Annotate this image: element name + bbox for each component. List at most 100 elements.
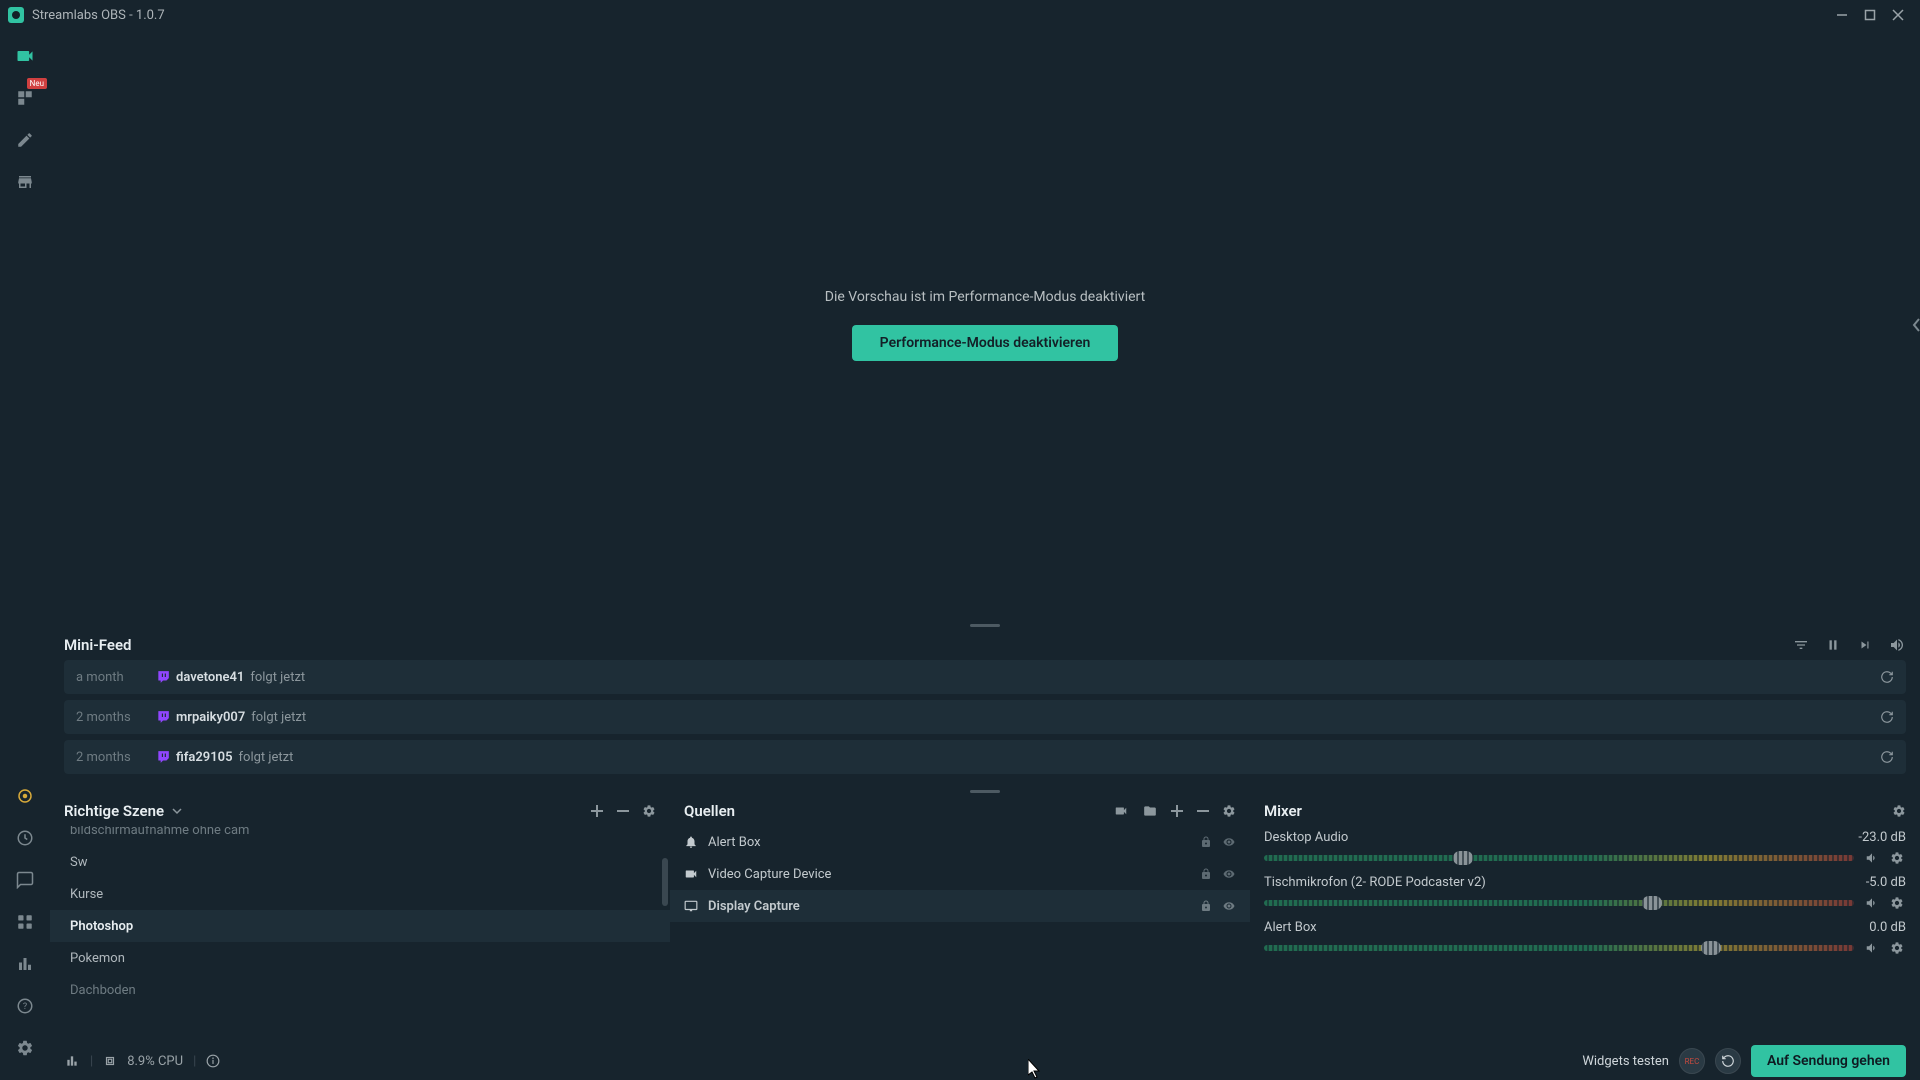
go-live-button[interactable]: Auf Sendung gehen — [1751, 1045, 1906, 1077]
record-button[interactable]: REC — [1679, 1048, 1705, 1074]
collapse-right-panel-icon[interactable] — [1912, 316, 1920, 334]
scene-settings-icon[interactable] — [642, 804, 656, 818]
chevron-down-icon[interactable] — [172, 806, 182, 816]
sidebar-store[interactable] — [7, 164, 43, 200]
mixer-label: Alert Box — [1264, 920, 1317, 935]
scene-item[interactable]: Photoshop — [50, 910, 670, 942]
replay-buffer-button[interactable] — [1715, 1048, 1741, 1074]
add-scene-icon[interactable] — [590, 804, 604, 818]
volume-track[interactable] — [1264, 855, 1854, 861]
lock-icon[interactable] — [1200, 868, 1212, 880]
bell-icon — [684, 835, 698, 849]
remove-source-icon[interactable] — [1196, 804, 1210, 818]
visibility-icon[interactable] — [1222, 900, 1236, 912]
maximize-button[interactable] — [1856, 1, 1884, 29]
source-item[interactable]: Display Capture — [670, 890, 1250, 922]
mute-icon[interactable] — [1864, 941, 1880, 955]
visibility-icon[interactable] — [1222, 836, 1236, 848]
disable-performance-mode-button[interactable]: Performance-Modus deaktivieren — [852, 325, 1119, 361]
mixer-db: -5.0 dB — [1866, 875, 1906, 890]
minifeed-panel: Mini-Feed a month davetone41 folgt jetzt… — [50, 630, 1920, 786]
mixer-item-settings-icon[interactable] — [1890, 851, 1906, 865]
scenes-panel: Richtige Szene bildschirmaufnahme ohne c… — [50, 796, 670, 1042]
skip-icon[interactable] — [1856, 636, 1874, 654]
volume-icon[interactable] — [1888, 636, 1906, 654]
volume-track[interactable] — [1264, 900, 1854, 906]
add-source-icon[interactable] — [1170, 804, 1184, 818]
mixer-label: Tischmikrofon (2- RODE Podcaster v2) — [1264, 875, 1486, 890]
replay-icon[interactable] — [1880, 750, 1894, 764]
volume-thumb[interactable] — [1453, 851, 1473, 865]
twitch-icon — [156, 710, 170, 724]
sidebar-apps[interactable] — [7, 904, 43, 940]
volume-track[interactable] — [1264, 945, 1854, 951]
sidebar-prime[interactable] — [7, 778, 43, 814]
feed-action: folgt jetzt — [239, 750, 294, 765]
pause-icon[interactable] — [1824, 636, 1842, 654]
widgets-test-link[interactable]: Widgets testen — [1582, 1054, 1669, 1069]
title-bar: Streamlabs OBS - 1.0.7 — [0, 0, 1920, 30]
remove-scene-icon[interactable] — [616, 804, 630, 818]
mute-icon[interactable] — [1864, 896, 1880, 910]
resize-handle[interactable] — [50, 786, 1920, 796]
feed-action: folgt jetzt — [250, 670, 305, 685]
mixer-item: Desktop Audio-23.0 dB — [1264, 830, 1906, 867]
sidebar-editor[interactable] — [7, 38, 43, 74]
info-icon[interactable] — [206, 1054, 220, 1068]
mixer-panel: Mixer Desktop Audio-23.0 dB Tischmikrofo… — [1250, 796, 1920, 1042]
replay-icon[interactable] — [1880, 670, 1894, 684]
window-title: Streamlabs OBS - 1.0.7 — [32, 8, 165, 23]
scene-item[interactable]: Sw — [50, 846, 670, 878]
sidebar-dashboard[interactable] — [7, 820, 43, 856]
twitch-icon — [156, 750, 170, 764]
mixer-settings-icon[interactable] — [1892, 804, 1906, 818]
sidebar-help[interactable]: ? — [7, 988, 43, 1024]
feed-item: 2 months mrpaiky007 folgt jetzt — [64, 700, 1906, 734]
preview-area: Die Vorschau ist im Performance-Modus de… — [50, 30, 1920, 620]
visibility-icon[interactable] — [1222, 868, 1236, 880]
scene-item[interactable]: bildschirmaufnahme ohne cam — [50, 826, 670, 846]
source-item[interactable]: Video Capture Device — [670, 858, 1250, 890]
feed-user: fifa29105 — [176, 750, 233, 765]
resize-handle[interactable] — [50, 620, 1920, 630]
mixer-item-settings-icon[interactable] — [1890, 941, 1906, 955]
performance-icon[interactable] — [64, 1054, 80, 1068]
volume-thumb[interactable] — [1642, 896, 1662, 910]
sidebar-chat[interactable] — [7, 862, 43, 898]
scene-item[interactable]: Kurse — [50, 878, 670, 910]
camera-icon — [684, 867, 698, 881]
source-settings-icon[interactable] — [1222, 804, 1236, 818]
mixer-title: Mixer — [1264, 802, 1302, 820]
mixer-item: Tischmikrofon (2- RODE Podcaster v2) -5.0… — [1264, 875, 1906, 912]
add-folder-icon[interactable] — [1142, 804, 1158, 818]
feed-time: 2 months — [76, 750, 156, 765]
left-sidebar: Neu ? — [0, 30, 50, 1080]
add-camera-icon[interactable] — [1112, 804, 1130, 818]
minimize-button[interactable] — [1828, 1, 1856, 29]
filter-icon[interactable] — [1792, 636, 1810, 654]
feed-user: davetone41 — [176, 670, 244, 685]
scene-collection-title[interactable]: Richtige Szene — [64, 802, 164, 820]
volume-thumb[interactable] — [1701, 941, 1721, 955]
sidebar-stats[interactable] — [7, 946, 43, 982]
sources-panel: Quellen Alert Box Video Capture Device D… — [670, 796, 1250, 1042]
sidebar-layouts[interactable]: Neu — [7, 80, 43, 116]
scrollbar-thumb[interactable] — [662, 858, 668, 906]
scene-item[interactable]: Pokemon — [50, 942, 670, 974]
sidebar-themes[interactable] — [7, 122, 43, 158]
sources-title: Quellen — [684, 802, 735, 820]
replay-icon[interactable] — [1880, 710, 1894, 724]
close-button[interactable] — [1884, 1, 1912, 29]
sidebar-settings[interactable] — [7, 1030, 43, 1066]
status-bar: | 8.9% CPU | Widgets testen REC Auf Send… — [50, 1042, 1920, 1080]
source-item[interactable]: Alert Box — [670, 826, 1250, 858]
mixer-label: Desktop Audio — [1264, 830, 1348, 845]
scene-item[interactable]: Dachboden — [50, 974, 670, 1006]
cpu-usage: 8.9% CPU — [127, 1054, 183, 1069]
lock-icon[interactable] — [1200, 836, 1212, 848]
mixer-item-settings-icon[interactable] — [1890, 896, 1906, 910]
lock-icon[interactable] — [1200, 900, 1212, 912]
cpu-icon — [103, 1054, 117, 1068]
mute-icon[interactable] — [1864, 851, 1880, 865]
feed-item: a month davetone41 folgt jetzt — [64, 660, 1906, 694]
